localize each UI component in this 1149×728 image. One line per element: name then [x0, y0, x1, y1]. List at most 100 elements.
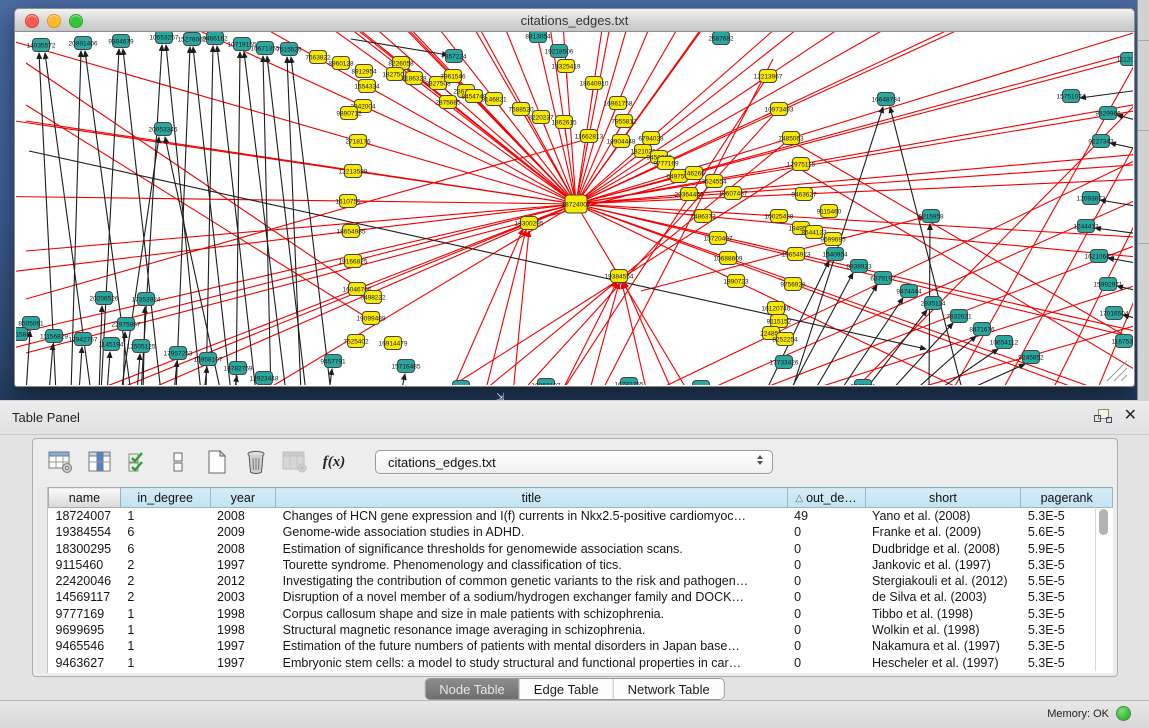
graph-node-label: 7832621 [946, 313, 972, 320]
graph-node-label: 12213967 [754, 73, 783, 80]
row-height-button[interactable] [164, 448, 192, 476]
graph-node-label: 7961546 [440, 73, 466, 80]
graph-edge [576, 204, 1133, 385]
table-select-dropdown[interactable]: citations_edges.txt [375, 450, 773, 474]
graph-edge [576, 204, 1133, 385]
table-row[interactable]: 911546021997Tourette syndrome. Phenomeno… [49, 557, 1113, 573]
new-table-button[interactable] [203, 448, 231, 476]
graph-node-label: 17957253 [164, 350, 193, 357]
tab-edge-table[interactable]: Edge Table [520, 679, 614, 699]
graph-node-label: 11662813 [575, 133, 604, 140]
graph-edge [16, 32, 576, 204]
table-cell: 0 [787, 541, 865, 557]
graph-node-label: 2687682 [708, 35, 734, 42]
close-window-icon[interactable] [25, 14, 39, 28]
graph-node-label: 1610755 [335, 198, 361, 205]
graph-node-label: 12923445 [447, 384, 476, 385]
graph-node-label: 20053346 [149, 126, 178, 133]
network-graph-canvas[interactable]: 1403557220891406938467910553257152760629… [16, 32, 1133, 385]
graph-edge [107, 352, 110, 385]
table-cell: Yano et al. (2008) [865, 508, 1021, 525]
table-cell: Tibbo et al. (1998) [865, 606, 1021, 622]
column-header-name[interactable]: name [49, 488, 121, 508]
delete-column-button[interactable] [242, 448, 270, 476]
tab-node-table[interactable]: Node Table [425, 679, 520, 699]
table-row[interactable]: 2242004622012Investigating the contribut… [49, 573, 1113, 589]
graph-node-label: 10025438 [765, 213, 794, 220]
table-row[interactable]: 1872400712008Changes of HCN gene express… [49, 508, 1113, 525]
graph-node-label: 19099489 [357, 315, 386, 322]
table-row[interactable]: 977716911998Corpus callosum shape and si… [49, 606, 1113, 622]
select-rows-button[interactable] [125, 448, 153, 476]
table-cell: Nakamura et al. (1997) [865, 638, 1021, 654]
graph-node-label: 8186328 [401, 75, 427, 82]
graph-node-label: 22975867 [112, 321, 141, 328]
table-cell: 2 [120, 589, 210, 605]
column-header-title[interactable]: title [276, 488, 788, 508]
graph-node-label: 16648784 [872, 96, 901, 103]
graph-node-label: 1640954 [822, 251, 848, 258]
graph-node-label: 16782755 [615, 381, 644, 385]
minimize-window-icon[interactable] [47, 14, 61, 28]
table-cell: Franke et al. (2009) [865, 524, 1021, 540]
graph-node-label: 9466162 [202, 35, 228, 42]
column-header-out_de[interactable]: △out_de… [787, 488, 865, 508]
tab-network-table[interactable]: Network Table [614, 679, 724, 699]
vertical-scrollbar[interactable] [1095, 507, 1111, 671]
table-cell: 2 [120, 573, 210, 589]
table-cell: 1998 [210, 622, 276, 638]
graph-node-label: 18325419 [552, 63, 581, 70]
close-panel-icon[interactable]: ✕ [1124, 408, 1137, 423]
table-row[interactable]: 1830029562008Estimation of significance … [49, 541, 1113, 557]
column-chooser-button[interactable] [86, 448, 114, 476]
graph-node-label: 12505125 [127, 343, 156, 350]
table-cell: 1 [120, 638, 210, 654]
graph-node-label: 7663822 [305, 54, 331, 61]
float-panel-icon[interactable] [1094, 408, 1110, 423]
table-cell: 1 [120, 655, 210, 671]
scrollbar-thumb[interactable] [1099, 509, 1108, 535]
graph-edge [589, 283, 619, 385]
table-cell: Investigating the contribution of common… [276, 573, 788, 589]
window-titlebar[interactable]: citations_edges.txt [15, 9, 1134, 32]
table-cell: 9777169 [49, 606, 121, 622]
graph-node-label: 8960128 [328, 60, 354, 67]
resize-grip-icon[interactable] [1107, 361, 1127, 381]
table-row[interactable]: 946362711997Embryonic stem cells: a mode… [49, 655, 1113, 671]
table-cell: 9115460 [49, 557, 121, 573]
graph-node-label: 15720407 [704, 235, 733, 242]
graph-node-label: 19904448 [607, 138, 636, 145]
table-cell: Wolkin et al. (1998) [865, 622, 1021, 638]
column-header-short[interactable]: short [865, 488, 1021, 508]
graph-node-label: 6379197 [870, 275, 896, 282]
function-builder-button[interactable]: f(x) [320, 448, 348, 476]
table-cell: 0 [787, 589, 865, 605]
graph-node-label: 12923448 [250, 375, 279, 382]
table-row[interactable]: 969969511998Structural magnetic resonanc… [49, 622, 1113, 638]
graph-node-label: 10688609 [714, 255, 743, 262]
table-cell: 19384554 [49, 524, 121, 540]
table-cell: 0 [787, 557, 865, 573]
column-header-in_degree[interactable]: in_degree [120, 488, 210, 508]
zoom-window-icon[interactable] [69, 14, 83, 28]
graph-node-label: 2718176 [345, 138, 371, 145]
table-cell: 2009 [210, 524, 276, 540]
graph-node-label: 9115460 [817, 208, 842, 215]
table-settings-button[interactable] [47, 448, 75, 476]
table-cell: 0 [787, 573, 865, 589]
graph-edge [1080, 89, 1133, 98]
graph-node-label: 10607487 [719, 190, 748, 197]
table-row[interactable]: 1456911722003Disruption of a novel membe… [49, 589, 1113, 605]
column-header-pagerank[interactable]: pagerank [1021, 488, 1113, 508]
table-row[interactable]: 1938455462009Genome-wide association stu… [49, 524, 1113, 540]
graph-edge [176, 47, 190, 385]
graph-edge [26, 138, 591, 299]
column-header-year[interactable]: year [210, 488, 276, 508]
graph-node-label: 12942757 [69, 336, 98, 343]
memory-status-label: Memory: OK [1047, 708, 1109, 720]
table-row[interactable]: 946554611997Estimation of the future num… [49, 638, 1113, 654]
table-cell: 18300295 [49, 541, 121, 557]
table-cell: 0 [787, 655, 865, 671]
graph-edge [79, 347, 82, 385]
table-cell: 1998 [210, 606, 276, 622]
